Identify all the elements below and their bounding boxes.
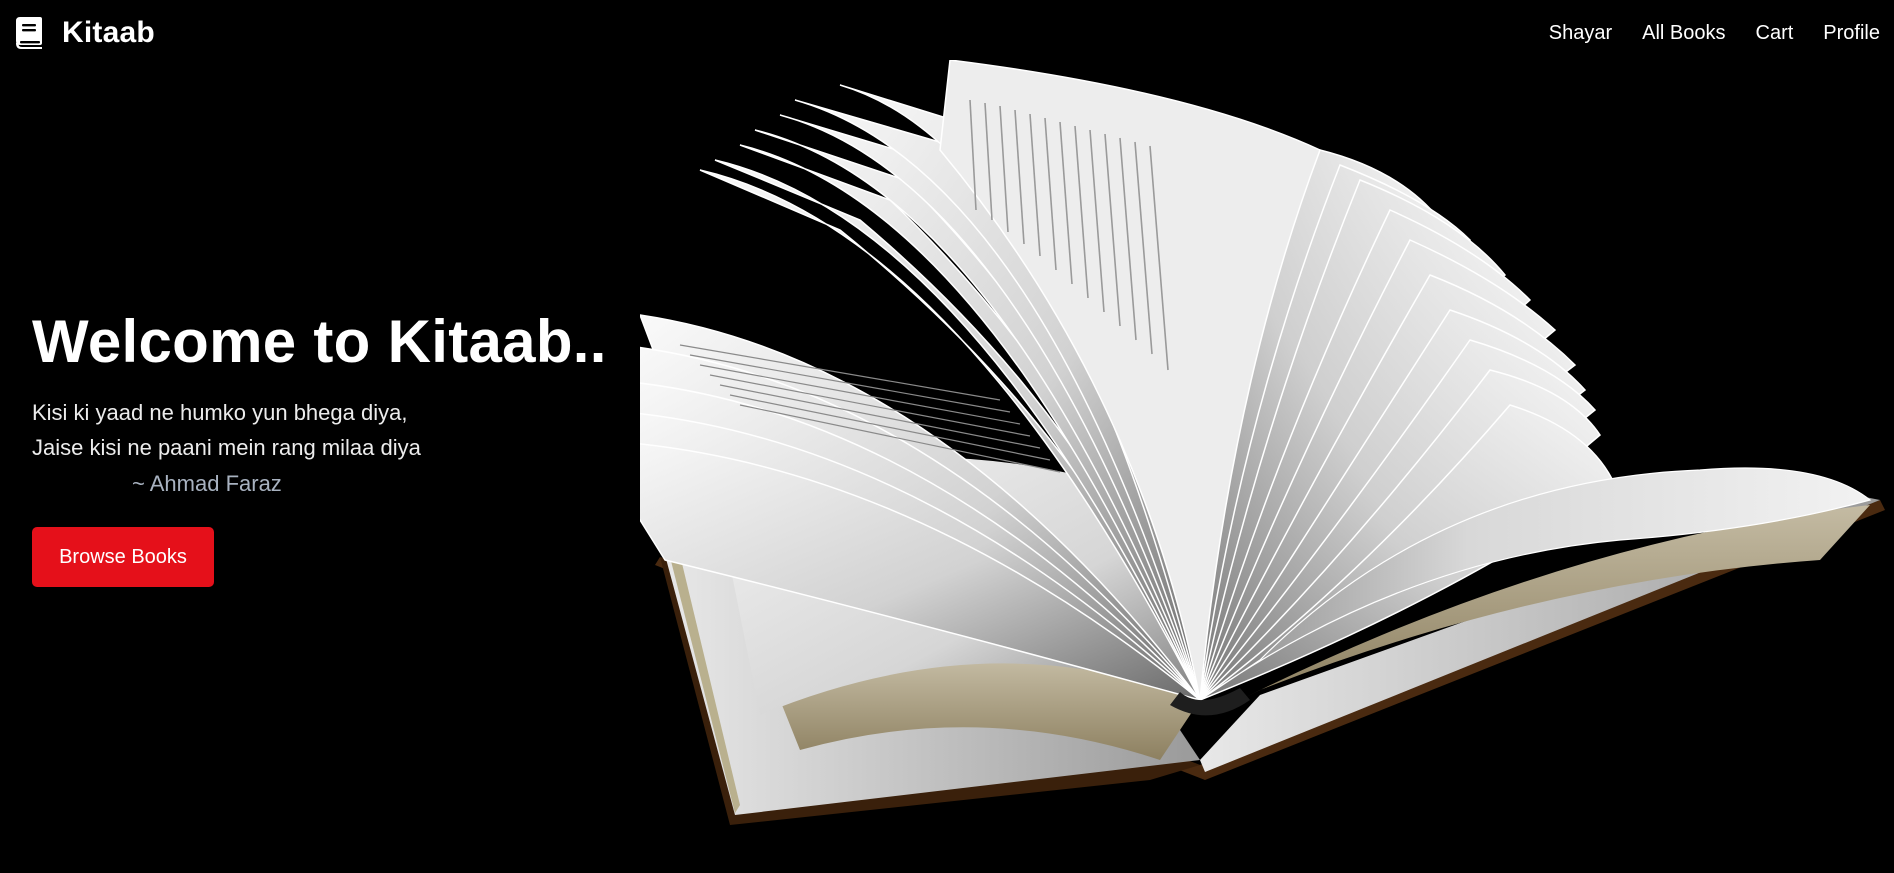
page-title: Welcome to Kitaab.. (32, 308, 607, 375)
quote-line-2: Jaise kisi ne paani mein rang milaa diya (32, 435, 421, 460)
quote-line-1: Kisi ki yaad ne humko yun bhega diya, (32, 400, 408, 425)
open-book-image (640, 60, 1885, 825)
landing-page: Kitaab Shayar All Books Cart Profile Wel… (0, 0, 1894, 873)
nav-link-cart[interactable]: Cart (1756, 22, 1794, 45)
book-icon (16, 17, 42, 49)
top-navbar: Kitaab Shayar All Books Cart Profile (0, 0, 1894, 66)
nav-link-shayar[interactable]: Shayar (1549, 22, 1612, 45)
quote-author: ~ Ahmad Faraz (132, 471, 282, 496)
hero-section: Welcome to Kitaab.. Kisi ki yaad ne humk… (32, 310, 672, 587)
brand-name: Kitaab (62, 16, 155, 49)
browse-books-button[interactable]: Browse Books (32, 527, 214, 587)
nav-link-profile[interactable]: Profile (1823, 22, 1880, 45)
nav-links: Shayar All Books Cart Profile (1549, 22, 1880, 45)
brand-logo[interactable]: Kitaab (14, 16, 155, 50)
nav-link-all-books[interactable]: All Books (1642, 22, 1725, 45)
